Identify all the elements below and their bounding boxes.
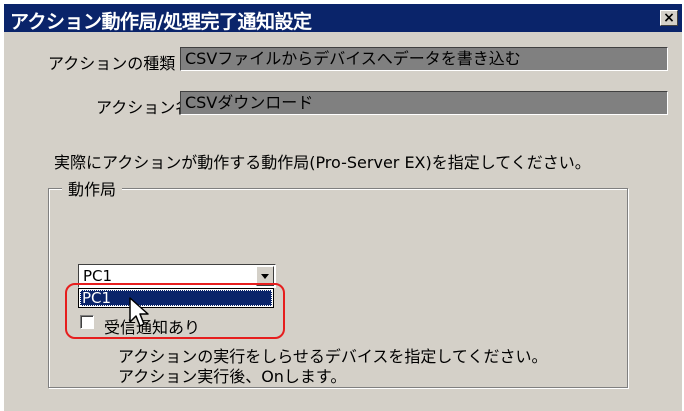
title-bar: アクション動作局/処理完了通知設定 × bbox=[4, 4, 682, 33]
station-group-label: 動作局 bbox=[62, 176, 123, 200]
receive-notification-label: 受信通知あり bbox=[104, 318, 201, 337]
station-combobox-value: PC1 bbox=[83, 267, 113, 285]
close-button[interactable]: × bbox=[660, 10, 678, 26]
mouse-pointer-icon bbox=[129, 297, 149, 327]
receive-notification-checkbox[interactable] bbox=[80, 315, 94, 329]
action-type-label: アクションの種類 bbox=[48, 54, 176, 73]
instruction-text: 実際にアクションが動作する動作局(Pro-Server EX)を指定してください… bbox=[54, 153, 591, 172]
dropdown-option-pc1[interactable]: PC1 bbox=[80, 290, 272, 306]
station-combobox[interactable]: PC1 bbox=[78, 264, 276, 288]
window-title: アクション動作局/処理完了通知設定 bbox=[10, 11, 312, 33]
close-icon: × bbox=[663, 10, 675, 26]
action-name-field: CSVダウンロード bbox=[180, 91, 668, 115]
action-name-label: アクション名 bbox=[96, 98, 192, 117]
station-dropdown-list: PC1 bbox=[78, 288, 274, 308]
chevron-down-icon[interactable] bbox=[256, 266, 274, 286]
note-line-2: アクション実行後、Onします。 bbox=[118, 367, 347, 386]
action-type-field: CSVファイルからデバイスへデータを書き込む bbox=[180, 47, 668, 71]
settings-dialog: アクション動作局/処理完了通知設定 × アクションの種類 CSVファイルからデバ… bbox=[0, 0, 684, 411]
